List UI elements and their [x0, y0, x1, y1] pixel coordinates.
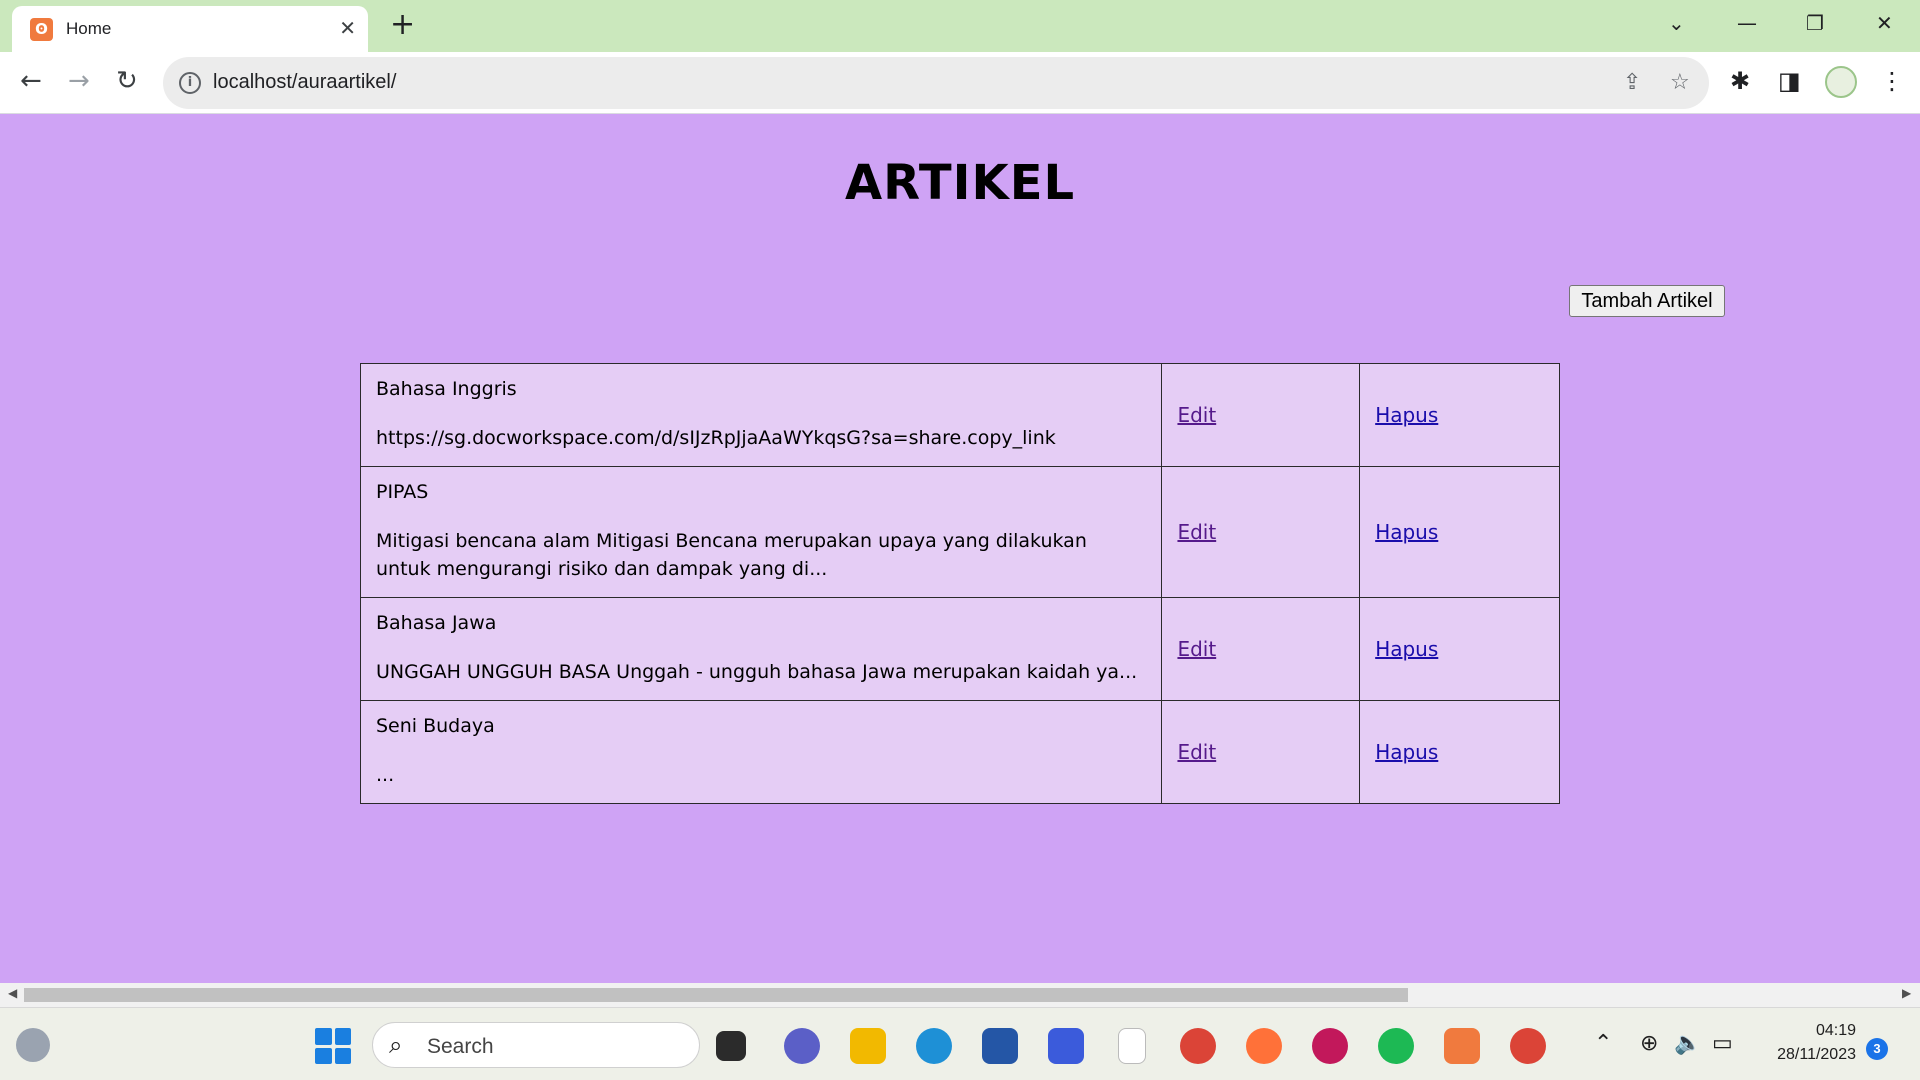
clock-date[interactable]: 28/11/2023: [1756, 1046, 1856, 1064]
article-content-cell: Seni Budaya...: [359, 700, 1163, 804]
edge-browser-icon[interactable]: [916, 1028, 952, 1064]
tab-search-chevron-icon[interactable]: ⌄: [1668, 8, 1685, 38]
bookmark-star-icon[interactable]: ☆: [1670, 69, 1690, 97]
scrollbar-thumb[interactable]: [24, 988, 1408, 1002]
article-body: Mitigasi bencana alam Mitigasi Bencana m…: [376, 530, 1087, 580]
edit-link[interactable]: Edit: [1177, 403, 1216, 427]
edit-link[interactable]: Edit: [1177, 637, 1216, 661]
article-body: https://sg.docworkspace.com/d/sIJzRpJjaA…: [376, 427, 1056, 449]
article-title: Bahasa Inggris: [376, 378, 517, 400]
browser-tab-home[interactable]: ʘ Home ✕: [12, 6, 368, 52]
article-title: Bahasa Jawa: [376, 612, 497, 634]
file-explorer-icon[interactable]: [850, 1028, 886, 1064]
delete-link[interactable]: Hapus: [1375, 520, 1438, 544]
volume-icon[interactable]: 🔈: [1674, 1030, 1701, 1058]
taskbar-search[interactable]: ⌕ Search: [372, 1022, 700, 1068]
delete-cell: Hapus: [1359, 466, 1560, 598]
article-content-cell: Bahasa Jawa UNGGAH UNGGUH BASA Unggah - u…: [359, 597, 1163, 701]
delete-link[interactable]: Hapus: [1375, 740, 1438, 764]
reload-icon[interactable]: ↻: [116, 66, 138, 96]
article-title: PIPAS: [376, 481, 429, 503]
edit-cell: Edit: [1161, 363, 1361, 467]
firefox-icon[interactable]: [1246, 1028, 1282, 1064]
show-hidden-icons-chevron-icon[interactable]: ⌃: [1594, 1030, 1612, 1058]
network-globe-icon[interactable]: ⊕: [1640, 1030, 1658, 1058]
browser-toolbar: ← → ↻ i localhost/auraartikel/ ⇪ ☆ ✱ ◨ ⋮: [0, 52, 1920, 114]
wps-office-icon[interactable]: [1312, 1028, 1348, 1064]
url-text[interactable]: localhost/auraartikel/: [213, 71, 396, 94]
edit-cell: Edit: [1161, 466, 1361, 598]
minimize-icon[interactable]: —: [1737, 8, 1757, 38]
notepad-icon[interactable]: [1118, 1028, 1146, 1064]
address-bar[interactable]: i localhost/auraartikel/ ⇪ ☆: [163, 57, 1709, 109]
search-placeholder: Search: [427, 1035, 494, 1058]
forward-icon[interactable]: →: [68, 66, 90, 96]
extensions-puzzle-icon[interactable]: ✱: [1730, 66, 1750, 96]
weather-widget-icon[interactable]: [16, 1028, 50, 1062]
tab-title: Home: [66, 19, 112, 38]
page-content: ARTIKEL Tambah Artikel Bahasa Inggris htt…: [0, 115, 1920, 983]
search-icon: ⌕: [389, 1031, 403, 1059]
clock-time[interactable]: 04:19: [1780, 1022, 1856, 1040]
table-row: Bahasa Inggris https://sg.docworkspace.co…: [359, 363, 1560, 467]
side-panel-icon[interactable]: ◨: [1778, 66, 1801, 96]
delete-cell: Hapus: [1359, 597, 1560, 701]
new-tab-button[interactable]: +: [390, 10, 415, 40]
edit-link[interactable]: Edit: [1177, 740, 1216, 764]
page-title: ARTIKEL: [844, 155, 1076, 211]
article-content-cell: PIPAS Mitigasi bencana alam Mitigasi Benc…: [359, 466, 1163, 598]
delete-link[interactable]: Hapus: [1375, 403, 1438, 427]
scroll-right-icon[interactable]: ▶: [1902, 986, 1911, 1000]
table-row: Seni Budaya... Edit Hapus: [359, 700, 1560, 804]
windows-taskbar: ⌕ Search ⌃ ⊕ 🔈 ▭ 04:19 28/11/2023 3: [0, 1007, 1920, 1080]
delete-link[interactable]: Hapus: [1375, 637, 1438, 661]
article-content-cell: Bahasa Inggris https://sg.docworkspace.co…: [359, 363, 1163, 467]
article-title: Seni Budaya: [376, 715, 495, 737]
horizontal-scrollbar[interactable]: ◀ ▶: [0, 983, 1920, 1007]
table-row: PIPAS Mitigasi bencana alam Mitigasi Benc…: [359, 466, 1560, 598]
restore-icon[interactable]: ❐: [1806, 8, 1824, 38]
chrome-active-icon[interactable]: [1510, 1028, 1546, 1064]
edit-link[interactable]: Edit: [1177, 520, 1216, 544]
battery-icon[interactable]: ▭: [1712, 1030, 1733, 1058]
xampp-icon[interactable]: [1444, 1028, 1480, 1064]
tab-close-icon[interactable]: ✕: [339, 16, 356, 40]
edit-cell: Edit: [1161, 700, 1361, 804]
table-row: Bahasa Jawa UNGGAH UNGGUH BASA Unggah - u…: [359, 597, 1560, 701]
spotify-icon[interactable]: [1378, 1028, 1414, 1064]
edit-cell: Edit: [1161, 597, 1361, 701]
chrome-icon[interactable]: [1180, 1028, 1216, 1064]
browser-tab-strip: ʘ Home ✕ + ⌄ — ❐ ✕: [0, 0, 1920, 52]
back-icon[interactable]: ←: [20, 66, 42, 96]
articles-table: Bahasa Inggris https://sg.docworkspace.co…: [359, 363, 1560, 804]
scroll-left-icon[interactable]: ◀: [8, 986, 17, 1000]
profile-avatar[interactable]: [1825, 66, 1857, 98]
menu-kebab-icon[interactable]: ⋮: [1880, 66, 1904, 96]
delete-cell: Hapus: [1359, 700, 1560, 804]
add-article-button[interactable]: Tambah Artikel: [1569, 285, 1725, 317]
app-icon-blue[interactable]: [1048, 1028, 1084, 1064]
microsoft-store-icon[interactable]: [982, 1028, 1018, 1064]
article-body: UNGGAH UNGGUH BASA Unggah - ungguh bahas…: [376, 661, 1138, 683]
teams-chat-icon[interactable]: [784, 1028, 820, 1064]
article-body: ...: [376, 764, 395, 786]
xampp-favicon-icon: ʘ: [30, 18, 53, 41]
windows-start-icon[interactable]: [315, 1028, 351, 1064]
delete-cell: Hapus: [1359, 363, 1560, 467]
notification-badge[interactable]: 3: [1866, 1038, 1888, 1060]
task-view-icon[interactable]: [716, 1031, 746, 1061]
site-info-icon[interactable]: i: [179, 72, 201, 94]
close-window-icon[interactable]: ✕: [1876, 8, 1893, 38]
share-icon[interactable]: ⇪: [1623, 69, 1641, 97]
